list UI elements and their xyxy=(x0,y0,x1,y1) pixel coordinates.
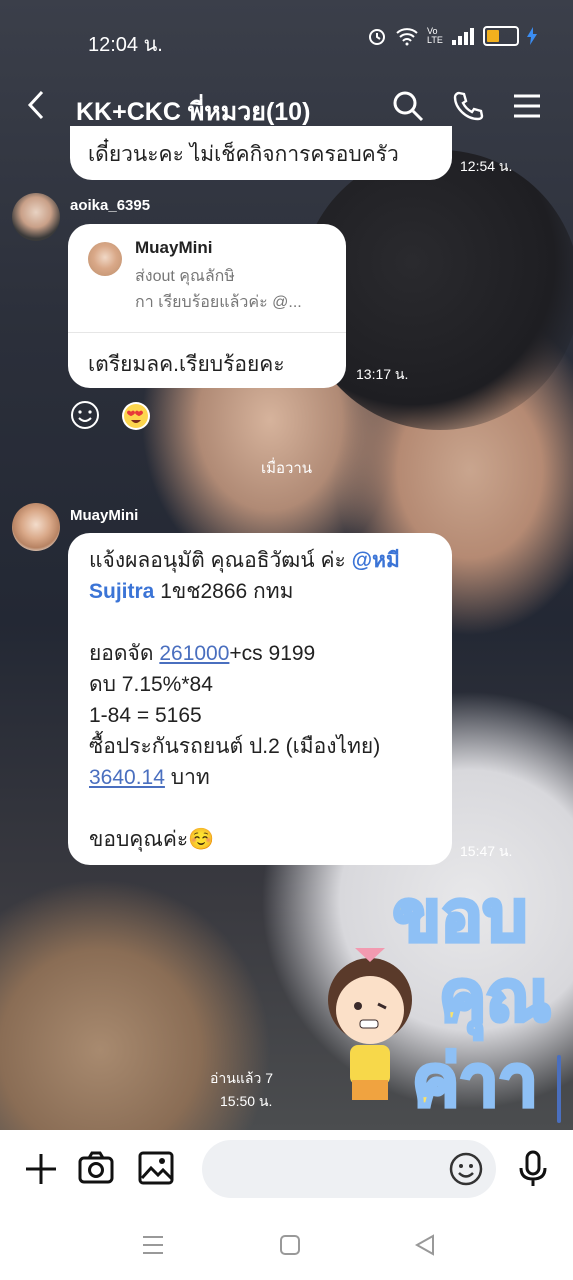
triangle-back-icon xyxy=(414,1234,434,1256)
reaction-love-emoji[interactable] xyxy=(122,402,150,430)
date-separator: เมื่อวาน xyxy=(260,460,313,477)
back-nav-button[interactable] xyxy=(414,1234,436,1261)
message-text: เดี๋ยวนะคะ ไม่เช็คกิจการครอบครัว xyxy=(88,143,399,166)
message-text: แจ้งผลอนุมัติ คุณอธิวัฒน์ ค่ะ xyxy=(89,549,352,572)
message-time: 12:54 น. xyxy=(460,158,513,174)
avatar[interactable] xyxy=(12,193,60,241)
message-line: ยอดจัด 261000+cs 9199 xyxy=(89,638,439,669)
message-bubble[interactable]: แจ้งผลอนุมัติ คุณอธิวัฒน์ ค่ะ @หมี Sujit… xyxy=(68,533,452,865)
message-line: Sujitra 1ขช2866 กทม xyxy=(89,576,439,607)
scrollbar[interactable] xyxy=(557,1055,561,1123)
image-icon xyxy=(138,1151,174,1185)
message-bubble[interactable]: MuayMini ส่งout คุณลักษิ กา เรียบร้อยแล้… xyxy=(68,224,346,388)
message-bubble[interactable]: เดี๋ยวนะคะ ไม่เช็คกิจการครอบครัว xyxy=(70,126,452,180)
wifi-icon xyxy=(396,28,418,46)
avatar[interactable] xyxy=(12,503,60,551)
message-line: แจ้งผลอนุมัติ คุณอธิวัฒน์ ค่ะ @หมี xyxy=(89,545,439,576)
message-text: ขอบคุณค่ะ☺️ xyxy=(89,828,215,851)
recent-apps-button[interactable] xyxy=(142,1234,164,1261)
status-bar: 12:04 น. Vo LTE xyxy=(0,0,573,70)
sticker-text-line: ขอบ xyxy=(393,880,527,955)
menu-button[interactable] xyxy=(512,90,542,127)
add-reaction-button[interactable] xyxy=(70,400,100,435)
message-text: ยอดจัด xyxy=(89,642,160,665)
charging-icon xyxy=(527,27,537,45)
microphone-icon xyxy=(519,1150,547,1186)
menu-icon xyxy=(514,94,540,118)
message-time: 13:17 น. xyxy=(356,366,409,382)
number-link[interactable]: 261000 xyxy=(159,642,229,665)
message-input-bar xyxy=(0,1130,573,1210)
sticker[interactable]: ขอบ คุณ ค่าา xyxy=(300,875,560,1130)
message-text: บาท xyxy=(164,766,210,789)
reply-avatar xyxy=(88,242,122,276)
smile-icon xyxy=(71,401,99,429)
alarm-icon xyxy=(369,29,385,45)
call-button[interactable] xyxy=(452,90,484,127)
plus-icon xyxy=(26,1154,56,1184)
smile-icon xyxy=(449,1152,483,1186)
system-nav-bar xyxy=(0,1210,573,1280)
message-body: แจ้งผลอนุมัติ คุณอธิวัฒน์ ค่ะ @หมี Sujit… xyxy=(89,545,439,855)
message-text: ดบ 7.15%*84 xyxy=(89,673,213,696)
message-text: 1ขช2866 กทม xyxy=(154,580,294,603)
message-time: 15:50 น. xyxy=(220,1093,273,1109)
gallery-button[interactable] xyxy=(138,1150,174,1191)
battery-icon xyxy=(483,26,519,46)
volte-label: Vo LTE xyxy=(427,26,443,45)
mention-link[interactable]: @หมี xyxy=(352,549,400,572)
home-button[interactable] xyxy=(279,1234,301,1261)
menu-icon xyxy=(143,1236,163,1254)
search-button[interactable] xyxy=(392,90,424,127)
status-time: 12:04 น. xyxy=(88,34,163,56)
message-text: 1-84 = 5165 xyxy=(89,704,202,727)
message-text: ซื้อประกันรถยนต์ ป.2 (เมืองไทย) xyxy=(89,735,381,758)
sticker-image: ขอบ คุณ ค่าา xyxy=(328,875,553,1122)
phone-icon xyxy=(453,91,484,121)
status-icons: Vo LTE xyxy=(367,26,537,46)
chevron-left-icon xyxy=(27,90,44,120)
emoji-button[interactable] xyxy=(449,1152,483,1191)
back-button[interactable] xyxy=(26,88,46,131)
sticker-text-line: ค่าา xyxy=(412,1042,537,1120)
reply-preview-line: กา เรียบร้อยแล้วค่ะ @... xyxy=(135,294,302,311)
message-text: เตรียมลค.เรียบร้อยคะ xyxy=(88,353,285,376)
reply-quote[interactable]: MuayMini ส่งout คุณลักษิ กา เรียบร้อยแล้… xyxy=(68,224,346,333)
reply-preview-line: ส่งout คุณลักษิ xyxy=(135,268,235,285)
sender-name: MuayMini xyxy=(70,507,139,524)
search-icon xyxy=(393,91,424,122)
add-button[interactable] xyxy=(24,1152,58,1191)
sticker-text-line: คุณ xyxy=(439,957,551,1040)
camera-icon xyxy=(78,1151,114,1184)
reply-name: MuayMini xyxy=(135,238,213,257)
message-time: 15:47 น. xyxy=(460,843,513,859)
message-line: 3640.14 บาท xyxy=(89,762,439,793)
mention-link[interactable]: Sujitra xyxy=(89,580,154,603)
square-icon xyxy=(280,1235,300,1255)
read-receipt: อ่านแล้ว 7 xyxy=(210,1070,273,1086)
camera-button[interactable] xyxy=(78,1150,114,1191)
signal-icon xyxy=(452,28,474,45)
sender-name: aoika_6395 xyxy=(70,197,151,214)
voice-button[interactable] xyxy=(518,1150,548,1193)
message-text: +cs 9199 xyxy=(229,642,316,665)
heart-eyes-icon xyxy=(124,404,148,428)
number-link[interactable]: 3640.14 xyxy=(89,766,165,789)
